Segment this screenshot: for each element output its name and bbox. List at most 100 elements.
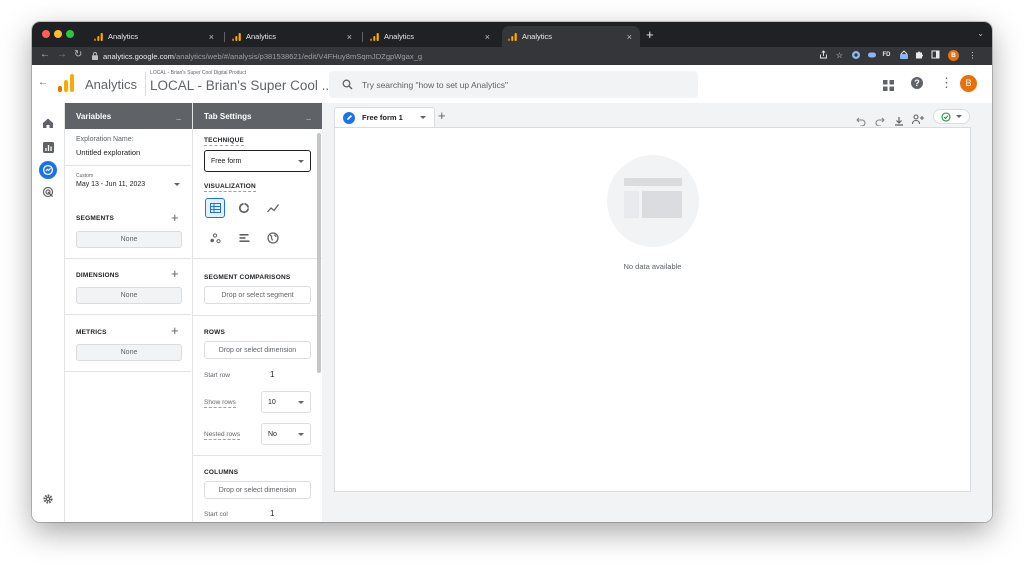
tab-title: Analytics <box>522 32 553 41</box>
close-window-button[interactable] <box>42 30 50 38</box>
tab-free-form-1[interactable]: Free form 1 <box>334 107 435 127</box>
start-column-input[interactable]: 1 <box>270 509 274 518</box>
analytics-app: ← Analytics LOCAL - Brian's Super Cool D… <box>32 65 992 522</box>
browser-tab[interactable]: Analytics × <box>226 26 360 47</box>
new-tab-button[interactable]: + <box>646 27 654 42</box>
date-range-tag: Custom <box>76 173 94 179</box>
start-row-input[interactable]: 1 <box>270 370 274 379</box>
start-column-label: Start col <box>204 511 228 518</box>
add-tab-button[interactable]: + <box>438 108 446 123</box>
line-chart-icon[interactable] <box>263 198 283 218</box>
browser-toolbar: ← → ↻ analytics.google.com/analytics/web… <box>32 47 992 65</box>
lock-icon <box>92 52 98 60</box>
side-panel-icon[interactable] <box>930 50 941 61</box>
segments-empty[interactable]: None <box>76 231 182 248</box>
back-arrow-icon[interactable]: ← <box>38 77 48 88</box>
analytics-logo-icon <box>232 32 241 41</box>
forward-arrow-icon[interactable]: → <box>57 49 67 60</box>
browser-tab[interactable]: Analytics × <box>364 26 498 47</box>
start-row-label: Start row <box>204 372 231 379</box>
nested-rows-label: Nested rows <box>204 431 241 440</box>
maximize-window-button[interactable] <box>66 30 74 38</box>
show-rows-label: Show rows <box>204 399 236 408</box>
browser-tab-active[interactable]: Analytics × <box>502 26 640 47</box>
account-path: LOCAL - Brian's Super Cool Digital Produ… <box>150 70 247 76</box>
rows-drop-zone[interactable]: Drop or select dimension <box>204 341 311 359</box>
close-tab-icon[interactable]: × <box>347 32 352 42</box>
home-icon[interactable] <box>39 114 57 132</box>
tab-settings-header: Tab Settings _ <box>193 103 322 129</box>
property-name: LOCAL - Brian's Super Cool ... <box>150 78 333 93</box>
segment-drop-zone[interactable]: Drop or select segment <box>204 286 311 304</box>
technique-label: TECHNIQUE <box>204 137 245 146</box>
date-range-selector[interactable]: Custom May 13 - Jun 11, 2023 <box>76 173 182 197</box>
minimize-window-button[interactable] <box>54 30 62 38</box>
reports-icon[interactable] <box>39 138 57 156</box>
geo-map-icon[interactable] <box>263 228 283 248</box>
bookmark-star-icon[interactable]: ☆ <box>834 50 845 61</box>
panel-scrollbar[interactable] <box>317 133 321 373</box>
dropdown-caret-icon <box>298 432 304 436</box>
apps-grid-icon[interactable] <box>883 78 894 96</box>
dimensions-label: DIMENSIONS <box>76 272 120 279</box>
segments-label: SEGMENTS <box>76 215 115 222</box>
dropdown-caret-icon <box>956 115 962 118</box>
app-header: ← Analytics LOCAL - Brian's Super Cool D… <box>32 65 992 104</box>
table-visualization-icon[interactable] <box>205 198 225 218</box>
help-icon[interactable]: ? <box>911 77 923 89</box>
add-metric-button[interactable]: + <box>171 324 179 337</box>
columns-drop-zone[interactable]: Drop or select dimension <box>204 481 311 499</box>
nested-rows-select[interactable]: No <box>261 423 311 445</box>
extensions-puzzle-icon[interactable] <box>914 50 925 61</box>
variables-panel-header: Variables _ <box>65 103 192 129</box>
extension-icon[interactable] <box>898 50 909 61</box>
user-avatar[interactable]: B <box>960 75 977 92</box>
close-tab-icon[interactable]: × <box>485 32 490 42</box>
minimize-panel-button[interactable]: _ <box>307 112 311 121</box>
exploration-name-input[interactable]: Untitled exploration <box>76 148 140 157</box>
left-nav-rail <box>32 103 65 522</box>
reload-icon[interactable]: ↻ <box>74 49 82 60</box>
browser-tab[interactable]: Analytics × <box>88 26 222 47</box>
donut-chart-icon[interactable] <box>234 198 254 218</box>
close-tab-icon[interactable]: × <box>209 32 214 42</box>
share-icon[interactable] <box>818 50 829 61</box>
dropdown-caret-icon <box>298 159 304 163</box>
tab-search-icon[interactable]: ⌄ <box>977 29 984 38</box>
variables-panel: Variables _ Exploration Name: Untitled e… <box>65 103 193 522</box>
empty-table-illustration-icon <box>607 155 699 247</box>
minimize-panel-button[interactable]: _ <box>177 112 181 121</box>
search-icon <box>342 79 353 90</box>
metrics-label: METRICS <box>76 329 107 336</box>
segment-comparisons-label: SEGMENT COMPARISONS <box>204 274 291 281</box>
check-circle-icon <box>941 111 951 122</box>
metrics-empty[interactable]: None <box>76 344 182 361</box>
address-bar[interactable]: analytics.google.com/analytics/web/#/ana… <box>92 49 812 63</box>
bar-chart-icon[interactable] <box>234 228 254 248</box>
search-bar[interactable]: Try searching "how to set up Analytics" <box>329 71 698 98</box>
extension-icon[interactable] <box>850 50 861 61</box>
technique-select[interactable]: Free form <box>204 150 311 172</box>
add-segment-button[interactable]: + <box>171 211 179 224</box>
tab-title: Analytics <box>384 32 415 41</box>
scatter-plot-icon[interactable] <box>205 228 225 248</box>
add-dimension-button[interactable]: + <box>171 267 179 280</box>
explore-icon[interactable] <box>39 161 57 179</box>
tab-label: Free form 1 <box>362 113 403 122</box>
tab-dropdown-icon[interactable] <box>419 116 426 119</box>
extension-icon[interactable] <box>866 50 877 61</box>
back-arrow-icon[interactable]: ← <box>40 49 50 60</box>
dimensions-empty[interactable]: None <box>76 287 182 304</box>
browser-menu-icon[interactable]: ⋮ <box>967 50 978 61</box>
show-rows-value: 10 <box>268 398 276 406</box>
admin-gear-icon[interactable] <box>39 490 57 508</box>
rows-label: ROWS <box>204 329 226 336</box>
close-tab-icon[interactable]: × <box>627 32 632 42</box>
show-rows-select[interactable]: 10 <box>261 391 311 413</box>
fd-extension-icon[interactable]: FD <box>881 50 892 61</box>
browser-profile-avatar[interactable]: B <box>948 50 959 61</box>
advertising-icon[interactable] <box>39 183 57 201</box>
account-picker[interactable]: LOCAL - Brian's Super Cool Digital Produ… <box>150 70 333 93</box>
status-check-chip[interactable] <box>933 109 970 124</box>
more-options-icon[interactable]: ⋮ <box>940 75 953 91</box>
